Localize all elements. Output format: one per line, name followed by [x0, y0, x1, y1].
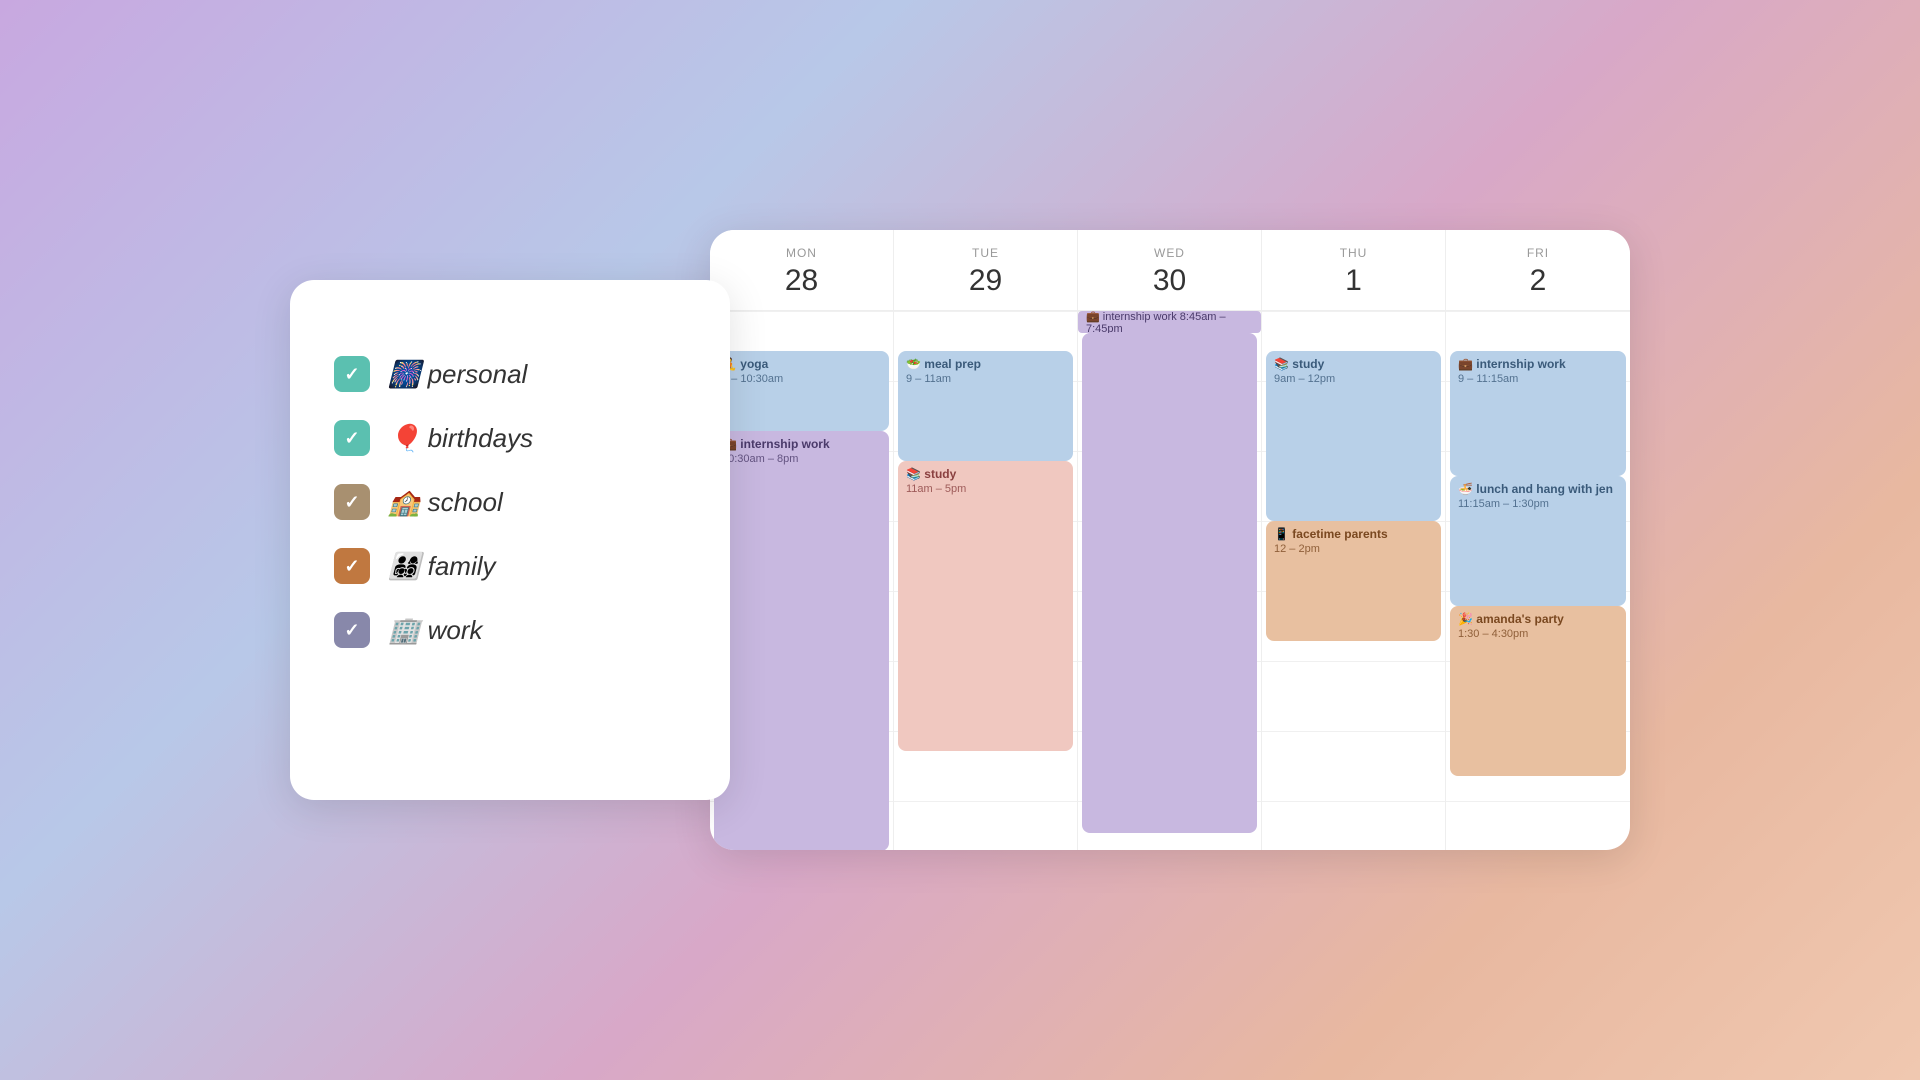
checkbox-birthdays[interactable]: ✓ — [334, 420, 370, 456]
calendar-header: MON 28 TUE 29 WED 30 THU 1 FRI 2 — [710, 230, 1630, 311]
checkbox-work[interactable]: ✓ — [334, 612, 370, 648]
calendar-label-school: 🏫 school — [388, 487, 503, 518]
calendar-label-work: 🏢 work — [388, 615, 483, 646]
event-block-internship-work-wed-banner — [1082, 333, 1257, 833]
calendar-item-birthdays[interactable]: ✓ 🎈 birthdays — [334, 420, 686, 456]
event-amandas-party[interactable]: 🎉 amanda's party 1:30 – 4:30pm — [1450, 606, 1626, 776]
event-internship-work-fri[interactable]: 💼 internship work 9 – 11:15am — [1450, 351, 1626, 476]
day-column-mon: 🧘 yoga 9 – 10:30am 💼 internship work 10:… — [710, 311, 894, 850]
calendar-item-personal[interactable]: ✓ 🎆 personal — [334, 356, 686, 392]
checkbox-school[interactable]: ✓ — [334, 484, 370, 520]
day-header-mon: MON 28 — [710, 230, 894, 310]
day-header-wed: WED 30 — [1078, 230, 1262, 310]
calendar-label-family: 👨‍👩‍👧‍👦 family — [388, 551, 496, 582]
day-header-fri: FRI 2 — [1446, 230, 1630, 310]
day-column-tue: 🥗 meal prep 9 – 11am 📚 study 11am – 5pm — [894, 311, 1078, 850]
event-study-thu[interactable]: 📚 study 9am – 12pm — [1266, 351, 1441, 521]
sidebar: ✓ 🎆 personal ✓ 🎈 birthdays ✓ 🏫 school ✓ 👨‍👩‍👧‍👦… — [290, 280, 730, 800]
calendar-label-birthdays: 🎈 birthdays — [388, 423, 533, 454]
checkbox-family[interactable]: ✓ — [334, 548, 370, 584]
event-internship-work-wed-banner[interactable]: 💼 internship work 8:45am – 7:45pm — [1078, 311, 1261, 333]
calendar-item-work[interactable]: ✓ 🏢 work — [334, 612, 686, 648]
calendar-item-family[interactable]: ✓ 👨‍👩‍👧‍👦 family — [334, 548, 686, 584]
day-column-fri: 💼 internship work 9 – 11:15am 🍜 lunch an… — [1446, 311, 1630, 850]
event-study-tue[interactable]: 📚 study 11am – 5pm — [898, 461, 1073, 751]
calendar-main: MON 28 TUE 29 WED 30 THU 1 FRI 2 🧘 yoga … — [710, 230, 1630, 850]
day-header-thu: THU 1 — [1262, 230, 1446, 310]
calendar-item-school[interactable]: ✓ 🏫 school — [334, 484, 686, 520]
day-header-tue: TUE 29 — [894, 230, 1078, 310]
checkbox-personal[interactable]: ✓ — [334, 356, 370, 392]
event-yoga[interactable]: 🧘 yoga 9 – 10:30am — [714, 351, 889, 431]
calendar-grid: 🧘 yoga 9 – 10:30am 💼 internship work 10:… — [710, 311, 1630, 850]
day-column-thu: 📚 study 9am – 12pm 📱 facetime parents 12… — [1262, 311, 1446, 850]
day-column-wed: 💼 internship work 8:45am – 7:45pm — [1078, 311, 1262, 850]
event-facetime-parents[interactable]: 📱 facetime parents 12 – 2pm — [1266, 521, 1441, 641]
event-lunch-jen[interactable]: 🍜 lunch and hang with jen 11:15am – 1:30… — [1450, 476, 1626, 606]
event-internship-work-mon[interactable]: 💼 internship work 10:30am – 8pm — [714, 431, 889, 850]
event-meal-prep[interactable]: 🥗 meal prep 9 – 11am — [898, 351, 1073, 461]
calendar-label-personal: 🎆 personal — [388, 359, 527, 390]
